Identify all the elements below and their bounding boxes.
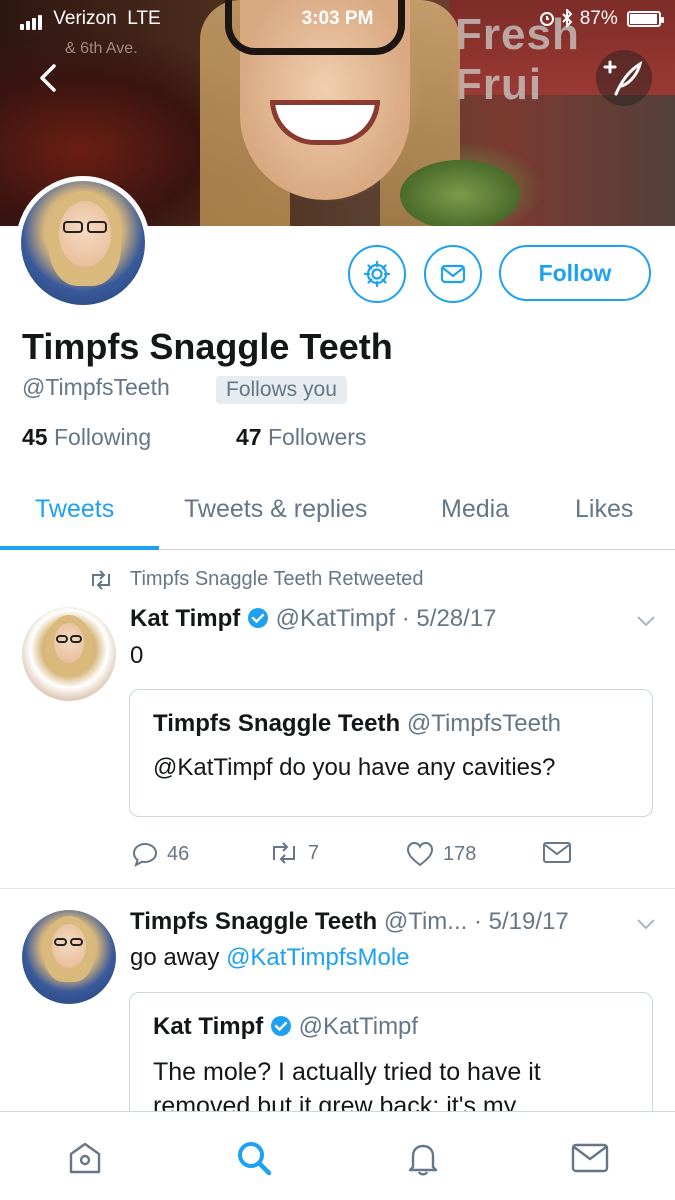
tweet-author-name[interactable]: Timpfs Snaggle Teeth [130, 908, 377, 935]
tab-media[interactable]: Media [441, 495, 509, 524]
mention-link[interactable]: @KatTimpfsMole [226, 944, 410, 971]
tweet-header: Timpfs Snaggle Teeth @Tim... · 5/19/17 [130, 908, 569, 935]
tweet-author-handle[interactable]: @Tim... [384, 908, 467, 935]
battery-percent: 87% [579, 8, 618, 29]
tweet-text: go away @KatTimpfsMole [130, 944, 410, 971]
retweet-icon [92, 570, 110, 590]
tweet-author-handle[interactable]: @KatTimpf [276, 605, 396, 632]
tab-likes[interactable]: Likes [575, 495, 633, 524]
envelope-icon [440, 264, 466, 284]
profile-avatar[interactable] [16, 176, 150, 310]
active-tab-indicator [0, 546, 159, 550]
followers-count: 47 [236, 424, 262, 450]
following-count: 45 [22, 424, 48, 450]
reply-button[interactable]: 46 [131, 840, 189, 868]
tab-tweets[interactable]: Tweets [35, 495, 114, 524]
home-icon[interactable] [63, 1136, 107, 1180]
tweet-date[interactable]: 5/28/17 [416, 605, 496, 632]
profile-handle: @TimpfsTeeth [22, 374, 170, 400]
envelope-icon [543, 842, 571, 863]
tweet-header: Kat Timpf @KatTimpf · 5/28/17 [130, 605, 497, 632]
retweet-button[interactable]: 7 [268, 840, 319, 866]
tweet-divider [0, 888, 675, 889]
tweet-avatar[interactable] [22, 607, 116, 701]
quote-author-handle: @TimpfsTeeth [406, 710, 562, 737]
banner-street-text: & 6th Ave. [65, 40, 138, 57]
tweet-date[interactable]: 5/19/17 [489, 908, 569, 935]
back-icon [40, 64, 56, 92]
verified-icon [270, 1016, 291, 1036]
status-bar: Verizon LTE 3:03 PM 87% [0, 0, 675, 36]
search-icon[interactable] [232, 1136, 276, 1180]
following-label: Following [53, 424, 152, 450]
message-button[interactable] [424, 245, 482, 303]
follows-you-badge: Follows you [216, 376, 347, 404]
chevron-down-icon[interactable] [634, 609, 658, 633]
heart-icon [406, 841, 434, 867]
bottom-nav [0, 1111, 675, 1200]
compose-button[interactable] [596, 50, 652, 106]
tab-tweets-replies[interactable]: Tweets & replies [184, 495, 367, 524]
verified-icon [247, 608, 268, 628]
reply-count: 46 [167, 842, 190, 865]
envelope-icon[interactable] [568, 1136, 612, 1180]
following-stat[interactable]: 45 Following [22, 424, 151, 451]
tweet-text: 0 [130, 642, 144, 669]
tweet-avatar[interactable] [22, 910, 116, 1004]
compose-icon [603, 60, 643, 96]
retweeted-label: Timpfs Snaggle Teeth Retweeted [130, 568, 424, 590]
reply-icon [132, 842, 158, 868]
dm-share-button[interactable] [542, 840, 580, 866]
like-count: 178 [443, 842, 477, 865]
like-button[interactable]: 178 [405, 840, 476, 868]
gear-icon [363, 260, 391, 288]
alarm-icon [540, 12, 555, 26]
back-button[interactable] [30, 58, 70, 98]
bluetooth-icon [562, 7, 573, 29]
profile-tabs: Tweets Tweets & replies Media Likes [0, 470, 675, 550]
settings-button[interactable] [348, 245, 406, 303]
quote-text: @KatTimpf do you have any cavities? [153, 754, 556, 781]
followers-label: Followers [267, 424, 367, 450]
profile-name: Timpfs Snaggle Teeth [22, 326, 393, 367]
followers-stat[interactable]: 47 Followers [236, 424, 366, 451]
quote-author-name: Kat Timpf [153, 1013, 264, 1040]
retweet-icon [273, 842, 295, 864]
quoted-tweet[interactable]: Timpfs Snaggle Teeth @TimpfsTeeth @KatTi… [129, 689, 653, 817]
chevron-down-icon[interactable] [634, 912, 658, 936]
follow-button[interactable]: Follow [499, 245, 651, 301]
quote-author-handle: @KatTimpf [298, 1013, 419, 1040]
retweet-count: 7 [308, 841, 320, 864]
tweet-author-name[interactable]: Kat Timpf [130, 605, 240, 632]
battery-icon [627, 10, 664, 27]
quote-author-name: Timpfs Snaggle Teeth [153, 710, 401, 737]
bell-icon[interactable] [401, 1136, 445, 1180]
